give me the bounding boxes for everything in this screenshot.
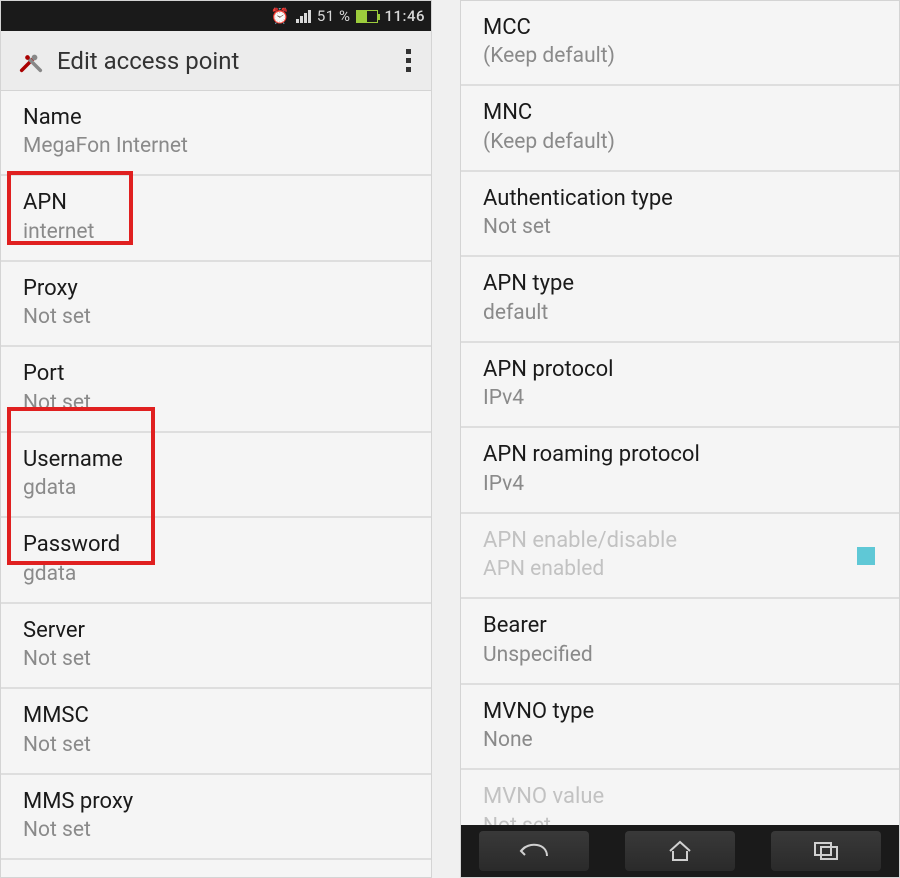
row-label: Port: [23, 361, 409, 387]
row-label: MVNO type: [483, 699, 877, 725]
row-value: Not set: [23, 306, 409, 329]
row-server[interactable]: Server Not set: [1, 604, 431, 689]
apn-enable-checkbox: [857, 547, 875, 565]
row-value: gdata: [23, 563, 409, 586]
navigation-bar: [461, 825, 899, 877]
row-value: (Keep default): [483, 45, 877, 68]
row-label: MMS port: [23, 874, 409, 877]
row-value: Unspecified: [483, 644, 877, 667]
back-button[interactable]: [479, 831, 589, 871]
row-label: APN enable/disable: [483, 528, 877, 554]
row-value: (Keep default): [483, 131, 877, 154]
row-label: MMSC: [23, 703, 409, 729]
page-title: Edit access point: [57, 47, 402, 75]
settings-list-right: MCC (Keep default) MNC (Keep default) Au…: [461, 1, 899, 825]
row-label: Name: [23, 105, 409, 131]
row-proxy[interactable]: Proxy Not set: [1, 262, 431, 347]
row-label: MMS proxy: [23, 789, 409, 815]
row-value: gdata: [23, 477, 409, 500]
row-mvno-type[interactable]: MVNO type None: [461, 685, 899, 770]
row-mmsc[interactable]: MMSC Not set: [1, 689, 431, 774]
tools-icon: [17, 47, 45, 75]
row-value: Not set: [23, 734, 409, 757]
home-button[interactable]: [625, 831, 735, 871]
row-value: Not set: [23, 819, 409, 842]
row-value: IPv4: [483, 473, 877, 496]
row-label: APN: [23, 190, 409, 216]
row-label: APN type: [483, 271, 877, 297]
row-name[interactable]: Name MegaFon Internet: [1, 91, 431, 176]
row-apn-enable: APN enable/disable APN enabled: [461, 514, 899, 599]
row-value: internet: [23, 221, 409, 244]
row-label: MNC: [483, 100, 877, 126]
row-label: Proxy: [23, 276, 409, 302]
row-apn-roaming-protocol[interactable]: APN roaming protocol IPv4: [461, 428, 899, 513]
row-label: Password: [23, 532, 409, 558]
row-value: Not set: [483, 216, 877, 239]
row-label: Username: [23, 447, 409, 473]
row-apn-type[interactable]: APN type default: [461, 257, 899, 342]
row-value: APN enabled: [483, 558, 877, 581]
right-screenshot: MCC (Keep default) MNC (Keep default) Au…: [460, 0, 900, 878]
row-password[interactable]: Password gdata: [1, 518, 431, 603]
row-label: Server: [23, 618, 409, 644]
row-username[interactable]: Username gdata: [1, 433, 431, 518]
row-mvno-value: MVNO value Not set: [461, 770, 899, 825]
title-bar: Edit access point: [1, 31, 431, 91]
battery-text: 51 %: [317, 7, 351, 25]
overflow-menu-button[interactable]: [402, 45, 415, 76]
row-value: Not set: [483, 815, 877, 825]
row-value: None: [483, 729, 877, 752]
status-bar: ⏰ 51 % 11:46: [1, 1, 431, 31]
recent-apps-button[interactable]: [771, 831, 881, 871]
alarm-icon: ⏰: [271, 7, 290, 25]
left-screenshot: ⏰ 51 % 11:46 Edit access point Name Mega…: [0, 0, 432, 878]
row-value: default: [483, 302, 877, 325]
signal-icon: [296, 9, 311, 23]
row-apn[interactable]: APN internet: [1, 176, 431, 261]
row-value: IPv4: [483, 387, 877, 410]
battery-icon: [356, 10, 378, 23]
row-apn-protocol[interactable]: APN protocol IPv4: [461, 343, 899, 428]
row-auth-type[interactable]: Authentication type Not set: [461, 172, 899, 257]
row-label: Authentication type: [483, 186, 877, 212]
row-value: Not set: [23, 648, 409, 671]
row-value: Not set: [23, 392, 409, 415]
status-time: 11:46: [384, 7, 425, 25]
row-label: APN protocol: [483, 357, 877, 383]
row-mcc[interactable]: MCC (Keep default): [461, 1, 899, 86]
row-label: MVNO value: [483, 784, 877, 810]
row-label: MCC: [483, 15, 877, 41]
settings-list-left: Name MegaFon Internet APN internet Proxy…: [1, 91, 431, 877]
row-port[interactable]: Port Not set: [1, 347, 431, 432]
row-mnc[interactable]: MNC (Keep default): [461, 86, 899, 171]
row-label: APN roaming protocol: [483, 442, 877, 468]
row-label: Bearer: [483, 613, 877, 639]
row-mms-proxy[interactable]: MMS proxy Not set: [1, 775, 431, 860]
row-mms-port[interactable]: MMS port Not set: [1, 860, 431, 877]
row-value: MegaFon Internet: [23, 135, 409, 158]
row-bearer[interactable]: Bearer Unspecified: [461, 599, 899, 684]
